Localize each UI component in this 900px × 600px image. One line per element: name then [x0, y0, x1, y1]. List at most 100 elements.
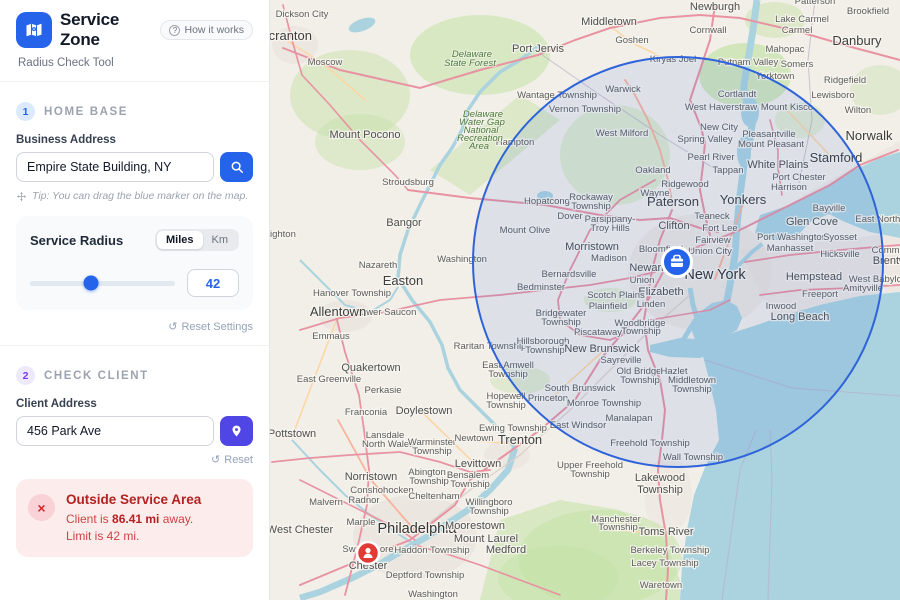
app-logo [16, 12, 52, 48]
svg-text:North Wales: North Wales [362, 439, 414, 450]
check-client-title: CHECK CLIENT [44, 370, 149, 382]
svg-text:Moorestown: Moorestown [445, 520, 505, 532]
svg-text:Scranton: Scranton [270, 28, 312, 43]
section-check-client: 2 CHECK CLIENT [16, 366, 253, 385]
move-arrows-icon [16, 191, 27, 202]
divider [0, 345, 269, 346]
how-it-works-label: How it works [184, 24, 244, 36]
brand-row: Service Zone ? How it works [16, 10, 253, 50]
svg-text:Lewisboro: Lewisboro [811, 90, 854, 101]
svg-text:Radnor: Radnor [348, 495, 379, 506]
drag-tip: Tip: You can drag the blue marker on the… [16, 190, 253, 202]
svg-text:Easton: Easton [383, 273, 423, 288]
business-address-label: Business Address [16, 134, 253, 146]
svg-text:Lake Carmel: Lake Carmel [775, 14, 829, 25]
svg-text:Township: Township [412, 446, 452, 457]
svg-text:East Greenville: East Greenville [297, 374, 361, 385]
svg-text:Brookfield: Brookfield [847, 6, 889, 17]
svg-text:Allentown: Allentown [310, 304, 366, 319]
step-1-badge: 1 [16, 102, 35, 121]
svg-text:Levittown: Levittown [455, 458, 501, 470]
home-base-title: HOME BASE [44, 106, 128, 118]
distance-value: 86.41 mi [112, 512, 159, 526]
unit-miles-button[interactable]: Miles [157, 231, 203, 249]
reset-settings-link[interactable]: ↺ Reset Settings [168, 320, 253, 333]
app-title: Service Zone [60, 10, 148, 50]
unit-km-button[interactable]: Km [203, 231, 238, 249]
svg-text:Franconia: Franconia [345, 407, 388, 418]
svg-text:State Forest: State Forest [444, 58, 496, 69]
search-button[interactable] [220, 152, 253, 182]
map-tiles: Dickson CityScrantonMoscowMount PoconoSt… [270, 0, 900, 600]
client-marker[interactable] [357, 542, 379, 564]
svg-text:Cornwall: Cornwall [690, 25, 727, 36]
svg-text:Newburgh: Newburgh [690, 1, 740, 13]
alert-title: Outside Service Area [66, 492, 201, 507]
svg-text:Deptford Township: Deptford Township [386, 570, 465, 581]
svg-text:Wilton: Wilton [845, 105, 871, 116]
svg-text:Washington: Washington [408, 589, 458, 600]
service-radius-label: Service Radius [30, 233, 123, 248]
app-subtitle: Radius Check Tool [18, 57, 253, 69]
svg-text:Waretown: Waretown [640, 580, 682, 591]
svg-text:Trenton: Trenton [498, 432, 542, 447]
svg-text:Somers: Somers [781, 59, 814, 70]
svg-text:Haddon Township: Haddon Township [394, 545, 469, 556]
svg-text:Lakewood: Lakewood [635, 472, 685, 484]
map-logo-icon [24, 20, 44, 40]
home-base-marker[interactable] [663, 248, 692, 277]
client-address-label: Client Address [16, 398, 253, 410]
radius-value-box[interactable]: 42 [187, 269, 239, 297]
divider [0, 81, 269, 82]
outside-service-area-alert: × Outside Service Area Client is 86.41 m… [16, 479, 253, 557]
unit-toggle: Miles Km [155, 229, 239, 251]
svg-text:Mahopac: Mahopac [765, 44, 804, 55]
service-radius-card: Service Radius Miles Km 42 [16, 216, 253, 310]
svg-text:West Chester: West Chester [270, 524, 334, 536]
location-pin-icon [230, 424, 243, 438]
svg-text:Township: Township [409, 476, 449, 487]
reset-icon: ↺ [211, 453, 220, 466]
svg-text:Quakertown: Quakertown [341, 362, 400, 374]
svg-text:Pottstown: Pottstown [270, 428, 316, 440]
svg-text:Township: Township [469, 506, 509, 517]
reset-client-link[interactable]: ↺ Reset [211, 453, 253, 466]
radius-slider-thumb[interactable] [83, 276, 98, 291]
svg-text:Nazareth: Nazareth [359, 260, 398, 271]
svg-text:Township: Township [570, 469, 610, 480]
client-address-input[interactable] [16, 416, 214, 446]
svg-text:Norwalk: Norwalk [846, 128, 893, 143]
svg-text:Hanover Township: Hanover Township [313, 288, 391, 299]
how-it-works-button[interactable]: ? How it works [160, 20, 253, 40]
reset-icon: ↺ [168, 320, 177, 333]
reset-settings-label: Reset Settings [181, 321, 253, 333]
svg-text:Patterson: Patterson [795, 0, 836, 7]
error-x-icon: × [28, 494, 55, 521]
svg-text:Lacey Township: Lacey Township [631, 558, 698, 569]
svg-text:Township: Township [486, 400, 526, 411]
radius-slider[interactable] [30, 281, 175, 286]
svg-text:Ridgefield: Ridgefield [824, 75, 866, 86]
alert-distance-line: Client is 86.41 mi away. [66, 511, 201, 527]
svg-text:Lehighton: Lehighton [270, 229, 296, 240]
map-canvas[interactable]: Dickson CityScrantonMoscowMount PoconoSt… [270, 0, 900, 600]
business-address-input[interactable] [16, 152, 214, 182]
svg-text:Newtown: Newtown [454, 433, 493, 444]
locate-client-button[interactable] [220, 416, 253, 446]
svg-text:Goshen: Goshen [615, 35, 648, 46]
svg-text:Dickson City: Dickson City [276, 9, 329, 20]
svg-text:Bangor: Bangor [386, 217, 422, 229]
svg-text:Emmaus: Emmaus [312, 331, 350, 342]
svg-text:Township: Township [637, 484, 683, 496]
svg-text:Berkeley Township: Berkeley Township [630, 545, 709, 556]
svg-text:Middletown: Middletown [581, 16, 637, 28]
svg-text:Perkasie: Perkasie [365, 385, 402, 396]
alert-limit-line: Limit is 42 mi. [66, 528, 201, 544]
svg-text:Marple: Marple [346, 517, 375, 528]
svg-text:Mount Pocono: Mount Pocono [330, 129, 401, 141]
app: Service Zone ? How it works Radius Check… [0, 0, 900, 600]
svg-text:Doylestown: Doylestown [396, 405, 453, 417]
svg-text:Township: Township [598, 522, 638, 533]
svg-text:Toms River: Toms River [638, 526, 693, 538]
search-icon [230, 160, 244, 174]
